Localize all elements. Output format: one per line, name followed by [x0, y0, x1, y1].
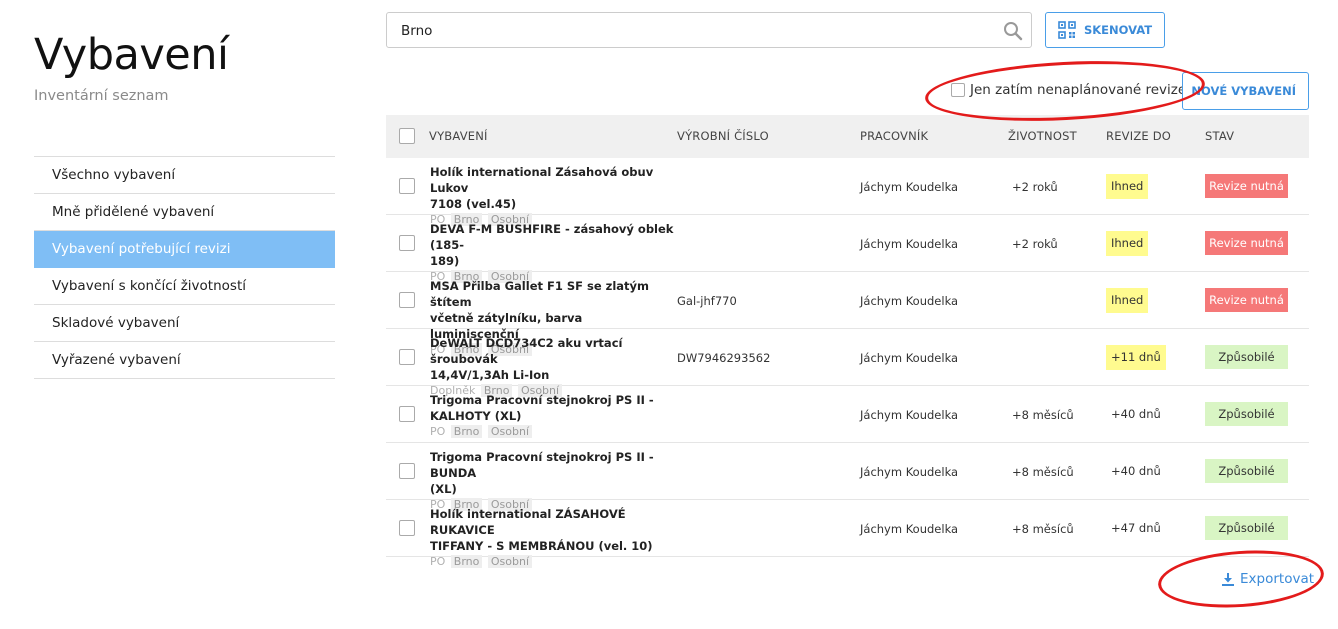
equipment-name-line[interactable]: KALHOTY (XL): [430, 409, 521, 423]
lifetime-value: +2 roků: [1012, 180, 1058, 194]
equipment-name-line[interactable]: 189): [430, 254, 459, 268]
equipment-name-line[interactable]: Holík international Zásahová obuv Lukov: [430, 165, 653, 195]
column-header-lifetime[interactable]: ŽIVOTNOST: [1008, 129, 1077, 143]
revision-due-badge: +11 dnů: [1106, 345, 1166, 370]
row-checkbox[interactable]: [399, 178, 415, 194]
unplanned-revisions-label[interactable]: Jen zatím nenaplánované revize: [970, 82, 1186, 98]
worker-name: Jáchym Koudelka: [860, 180, 959, 194]
revision-due-badge: Ihned: [1106, 231, 1149, 256]
column-header-serial[interactable]: VÝROBNÍ ČÍSLO: [677, 129, 769, 143]
row-checkbox[interactable]: [399, 463, 415, 479]
equipment-tags: PO Brno Osobní: [430, 425, 675, 439]
page-subtitle: Inventární seznam: [34, 88, 169, 104]
unplanned-revisions-checkbox[interactable]: [951, 83, 965, 97]
search-box: [386, 12, 1032, 48]
revision-due-badge: Ihned: [1106, 288, 1149, 313]
table-row[interactable]: Holík international Zásahová obuv Lukov …: [386, 158, 1309, 226]
worker-name: Jáchym Koudelka: [860, 522, 959, 536]
status-badge: Způsobilé: [1205, 459, 1288, 483]
worker-name: Jáchym Koudelka: [860, 237, 959, 251]
export-link[interactable]: Exportovat: [1222, 571, 1314, 587]
lifetime-value: +8 měsíců: [1012, 465, 1074, 479]
row-checkbox[interactable]: [399, 406, 415, 422]
equipment-name-line[interactable]: TIFFANY - S MEMBRÁNOU (vel. 10): [430, 539, 653, 553]
equipment-name-line[interactable]: 7108 (vel.45): [430, 197, 516, 211]
sidebar-item-ending-lifetime[interactable]: Vybavení s končící životností: [34, 268, 335, 305]
serial-number: DW7946293562: [677, 351, 771, 365]
select-all-checkbox[interactable]: [399, 128, 415, 144]
table-header: VYBAVENÍ VÝROBNÍ ČÍSLO PRACOVNÍK ŽIVOTNO…: [386, 115, 1309, 158]
worker-name: Jáchym Koudelka: [860, 408, 959, 422]
download-icon: [1222, 572, 1234, 586]
search-input[interactable]: [401, 21, 981, 41]
equipment-name-line[interactable]: Holík international ZÁSAHOVÉ RUKAVICE: [430, 507, 626, 537]
revision-due-value: +47 dnů: [1111, 521, 1161, 535]
equipment-name-line[interactable]: MSA Přilba Gallet F1 SF se zlatým štítem: [430, 279, 649, 309]
status-badge: Způsobilé: [1205, 402, 1288, 426]
new-equipment-button[interactable]: NOVÉ VYBAVENÍ: [1182, 72, 1309, 110]
sidebar-item-stock-equipment[interactable]: Skladové vybavení: [34, 305, 335, 342]
equipment-name-line[interactable]: (XL): [430, 482, 457, 496]
status-badge: Revize nutná: [1205, 174, 1288, 198]
table-row[interactable]: Trigoma Pracovní stejnokroj PS II - KALH…: [386, 386, 1309, 443]
table-row[interactable]: DeWALT DCD734C2 aku vrtací šroubovák 14,…: [386, 329, 1309, 397]
type-tag: Osobní: [487, 555, 533, 568]
equipment-name-line[interactable]: Trigoma Pracovní stejnokroj PS II - BUND…: [430, 450, 654, 480]
revision-due-badge: Ihned: [1106, 174, 1149, 199]
column-header-equipment[interactable]: VYBAVENÍ: [429, 129, 488, 143]
column-header-status[interactable]: STAV: [1205, 129, 1234, 143]
sidebar-item-all-equipment[interactable]: Všechno vybavení: [34, 157, 335, 194]
lifetime-value: +8 měsíců: [1012, 408, 1074, 422]
worker-name: Jáchym Koudelka: [860, 465, 959, 479]
scan-button[interactable]: SKENOVAT: [1045, 12, 1165, 48]
status-badge: Revize nutná: [1205, 231, 1288, 255]
revision-due-value: +40 dnů: [1111, 407, 1161, 421]
location-tag: Brno: [450, 555, 483, 568]
column-header-revision-due[interactable]: REVIZE DO: [1106, 129, 1171, 143]
status-badge: Revize nutná: [1205, 288, 1288, 312]
serial-number: Gal-jhf770: [677, 294, 737, 308]
equipment-name-line[interactable]: DeWALT DCD734C2 aku vrtací šroubovák: [430, 336, 622, 366]
sidebar-item-needs-revision[interactable]: Vybavení potřebující revizi: [34, 231, 335, 268]
export-label: Exportovat: [1240, 571, 1315, 587]
table-row[interactable]: Trigoma Pracovní stejnokroj PS II - BUND…: [386, 443, 1309, 511]
lifetime-value: +8 měsíců: [1012, 522, 1074, 536]
page-title: Vybavení: [34, 30, 229, 80]
row-checkbox[interactable]: [399, 235, 415, 251]
qr-code-icon: [1058, 21, 1076, 39]
scan-button-label: SKENOVAT: [1083, 23, 1153, 37]
column-header-worker[interactable]: PRACOVNÍK: [860, 129, 928, 143]
sidebar-item-discarded-equipment[interactable]: Vyřazené vybavení: [34, 342, 335, 379]
sidebar-item-my-equipment[interactable]: Mně přidělené vybavení: [34, 194, 335, 231]
equipment-name: Trigoma Pracovní stejnokroj PS II - KALH…: [430, 392, 675, 439]
search-icon[interactable]: [1003, 21, 1023, 41]
equipment-tags: PO Brno Osobní: [430, 555, 675, 569]
row-checkbox[interactable]: [399, 349, 415, 365]
equipment-name: Holík international ZÁSAHOVÉ RUKAVICE TI…: [430, 506, 675, 569]
sidebar-nav: Všechno vybavení Mně přidělené vybavení …: [34, 156, 335, 379]
equipment-name-line[interactable]: Trigoma Pracovní stejnokroj PS II -: [430, 393, 654, 407]
equipment-name-line[interactable]: 14,4V/1,3Ah Li-Ion: [430, 368, 549, 382]
worker-name: Jáchym Koudelka: [860, 294, 959, 308]
category-label: PO: [430, 425, 446, 438]
location-tag: Brno: [450, 425, 483, 438]
worker-name: Jáchym Koudelka: [860, 351, 959, 365]
lifetime-value: +2 roků: [1012, 237, 1058, 251]
status-badge: Způsobilé: [1205, 345, 1288, 369]
table-row[interactable]: Holík international ZÁSAHOVÉ RUKAVICE TI…: [386, 500, 1309, 568]
status-badge: Způsobilé: [1205, 516, 1288, 540]
equipment-table: VYBAVENÍ VÝROBNÍ ČÍSLO PRACOVNÍK ŽIVOTNO…: [386, 115, 1309, 568]
table-row[interactable]: DEVA F-M BUSHFIRE - zásahový oblek (185-…: [386, 215, 1309, 283]
row-checkbox[interactable]: [399, 292, 415, 308]
type-tag: Osobní: [487, 425, 533, 438]
category-label: PO: [430, 555, 446, 568]
table-row[interactable]: MSA Přilba Gallet F1 SF se zlatým štítem…: [386, 272, 1309, 356]
revision-due-value: +40 dnů: [1111, 464, 1161, 478]
row-checkbox[interactable]: [399, 520, 415, 536]
equipment-name-line[interactable]: DEVA F-M BUSHFIRE - zásahový oblek (185-: [430, 222, 673, 252]
